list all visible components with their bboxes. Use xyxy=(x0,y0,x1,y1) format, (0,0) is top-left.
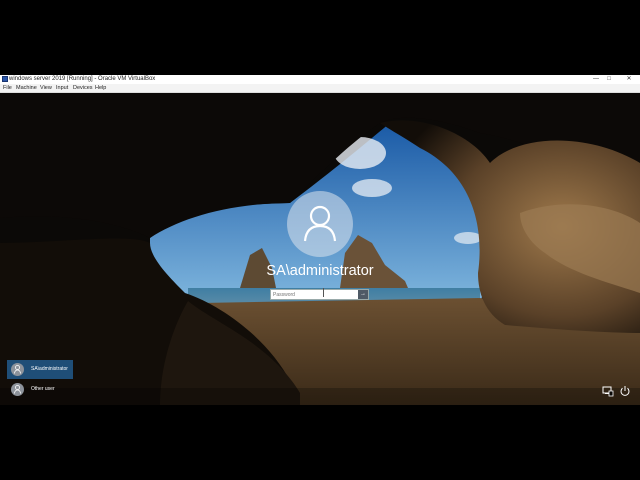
menu-devices[interactable]: Devices xyxy=(73,84,93,92)
user-avatar xyxy=(287,191,353,257)
submit-arrow-button[interactable]: → xyxy=(358,290,368,299)
menu-input[interactable]: Input xyxy=(56,84,68,92)
virtualbox-window: windows server 2019 [Running] - Oracle V… xyxy=(0,75,640,405)
maximize-button[interactable]: □ xyxy=(603,75,615,84)
user-item-other-user[interactable]: Other user xyxy=(7,380,73,399)
user-icon xyxy=(11,383,24,396)
network-icon[interactable] xyxy=(602,384,614,397)
mouse-cursor xyxy=(323,288,324,297)
close-button[interactable]: ✕ xyxy=(623,75,635,84)
password-input[interactable] xyxy=(273,290,355,299)
user-icon xyxy=(303,205,337,242)
menu-view[interactable]: View xyxy=(40,84,52,92)
title-bar: windows server 2019 [Running] - Oracle V… xyxy=(0,75,640,84)
password-box: → xyxy=(270,288,369,300)
minimize-button[interactable]: — xyxy=(590,75,602,84)
user-item-label: SA\administrator xyxy=(31,366,68,372)
menu-file[interactable]: File xyxy=(3,84,12,92)
login-username: SA\administrator xyxy=(266,263,374,279)
guest-screen: SA\administrator → SA\administrator Othe… xyxy=(0,93,640,405)
user-icon xyxy=(11,363,24,376)
user-list: SA\administrator Other user xyxy=(7,360,73,400)
power-icon[interactable] xyxy=(619,384,631,396)
user-item-administrator[interactable]: SA\administrator xyxy=(7,360,73,379)
user-item-label: Other user xyxy=(31,386,55,392)
window-title: windows server 2019 [Running] - Oracle V… xyxy=(9,76,156,82)
menu-machine[interactable]: Machine xyxy=(16,84,37,92)
menu-help[interactable]: Help xyxy=(95,84,106,92)
virtualbox-icon xyxy=(2,76,8,82)
menu-bar: File Machine View Input Devices Help xyxy=(0,84,640,93)
